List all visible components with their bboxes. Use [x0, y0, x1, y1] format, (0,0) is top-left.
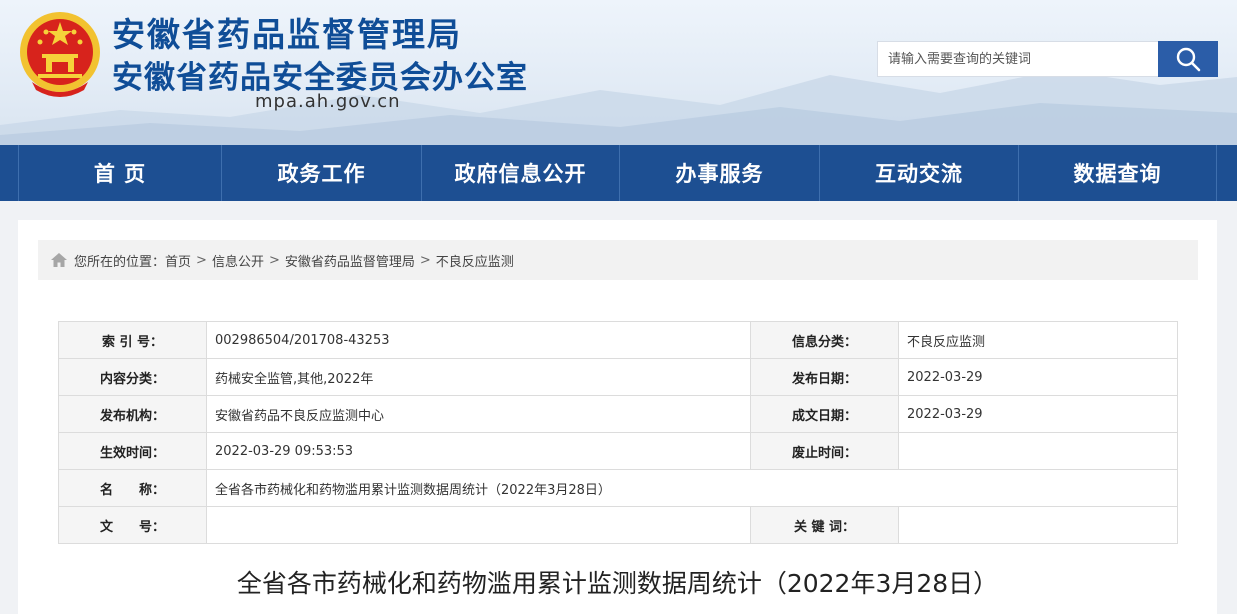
search-icon: [1176, 47, 1201, 72]
breadcrumb-separator: >: [419, 252, 431, 268]
keywords-label: 关 键 词：: [750, 506, 899, 544]
expire-time-value: [898, 432, 1178, 470]
table-row: 内容分类： 药械安全监管,其他,2022年 发布日期： 2022-03-29: [58, 358, 1178, 396]
search-button[interactable]: [1158, 41, 1218, 77]
breadcrumb-info-public[interactable]: 信息公开: [212, 251, 264, 270]
publisher-value: 安徽省药品不良反应监测中心: [206, 395, 751, 433]
nav-item-services[interactable]: 办事服务: [619, 145, 819, 201]
table-row: 发布机构： 安徽省药品不良反应监测中心 成文日期： 2022-03-29: [58, 395, 1178, 433]
publish-date-value: 2022-03-29: [898, 358, 1178, 396]
nav-item-gov-work[interactable]: 政务工作: [221, 145, 421, 201]
home-icon: [51, 253, 67, 267]
site-header: 安徽省药品监督管理局 安徽省药品安全委员会办公室 mpa.ah.gov.cn: [0, 0, 1237, 145]
site-title: 安徽省药品监督管理局: [112, 15, 462, 54]
info-class-label: 信息分类：: [750, 321, 899, 359]
written-date-value: 2022-03-29: [898, 395, 1178, 433]
article-title: 全省各市药械化和药物滥用累计监测数据周统计（2022年3月28日）: [236, 569, 999, 598]
keywords-value: [898, 506, 1178, 544]
name-label: 名 称：: [58, 469, 207, 507]
breadcrumb-separator: >: [268, 252, 280, 268]
search-box: [877, 41, 1159, 77]
index-value: 002986504/201708-43253: [206, 321, 751, 359]
info-class-value: 不良反应监测: [898, 321, 1178, 359]
expire-time-label: 废止时间：: [750, 432, 899, 470]
nav-item-interaction[interactable]: 互动交流: [819, 145, 1018, 201]
table-row: 名 称： 全省各市药械化和药物滥用累计监测数据周统计（2022年3月28日）: [58, 469, 1178, 507]
effective-time-label: 生效时间：: [58, 432, 207, 470]
table-row: 生效时间： 2022-03-29 09:53:53 废止时间：: [58, 432, 1178, 470]
table-row: 索 引 号： 002986504/201708-43253 信息分类： 不良反应…: [58, 321, 1178, 359]
written-date-label: 成文日期：: [750, 395, 899, 433]
breadcrumb-home[interactable]: 首页: [165, 251, 191, 270]
table-row: 文 号： 关 键 词：: [58, 506, 1178, 544]
publish-date-label: 发布日期：: [750, 358, 899, 396]
doc-number-label: 文 号：: [58, 506, 207, 544]
nav-item-home[interactable]: 首 页: [18, 145, 221, 201]
nav-item-info-public[interactable]: 政府信息公开: [421, 145, 619, 201]
content-panel: 您所在的位置： 首页 > 信息公开 > 安徽省药品监督管理局 > 不良反应监测 …: [18, 220, 1217, 614]
breadcrumb-bureau[interactable]: 安徽省药品监督管理局: [285, 251, 415, 270]
site-domain: mpa.ah.gov.cn: [255, 91, 401, 112]
content-class-value: 药械安全监管,其他,2022年: [206, 358, 751, 396]
breadcrumb-prefix: 您所在的位置：: [74, 254, 166, 270]
document-meta-table: 索 引 号： 002986504/201708-43253 信息分类： 不良反应…: [58, 321, 1178, 544]
publisher-label: 发布机构：: [58, 395, 207, 433]
effective-time-value: 2022-03-29 09:53:53: [206, 432, 751, 470]
doc-number-value: [206, 506, 751, 544]
breadcrumb-separator: >: [196, 252, 207, 268]
main-nav: 首 页 政务工作 政府信息公开 办事服务 互动交流 数据查询: [0, 145, 1237, 201]
breadcrumb: 您所在的位置： 首页 > 信息公开 > 安徽省药品监督管理局 > 不良反应监测: [38, 240, 1198, 280]
national-emblem-icon: [20, 12, 100, 97]
search-input[interactable]: [878, 42, 1159, 76]
nav-item-data-query[interactable]: 数据查询: [1018, 145, 1217, 201]
content-class-label: 内容分类：: [58, 358, 207, 396]
breadcrumb-adr-monitoring[interactable]: 不良反应监测: [436, 251, 514, 270]
name-value: 全省各市药械化和药物滥用累计监测数据周统计（2022年3月28日）: [206, 469, 1178, 507]
index-label: 索 引 号：: [58, 321, 207, 359]
